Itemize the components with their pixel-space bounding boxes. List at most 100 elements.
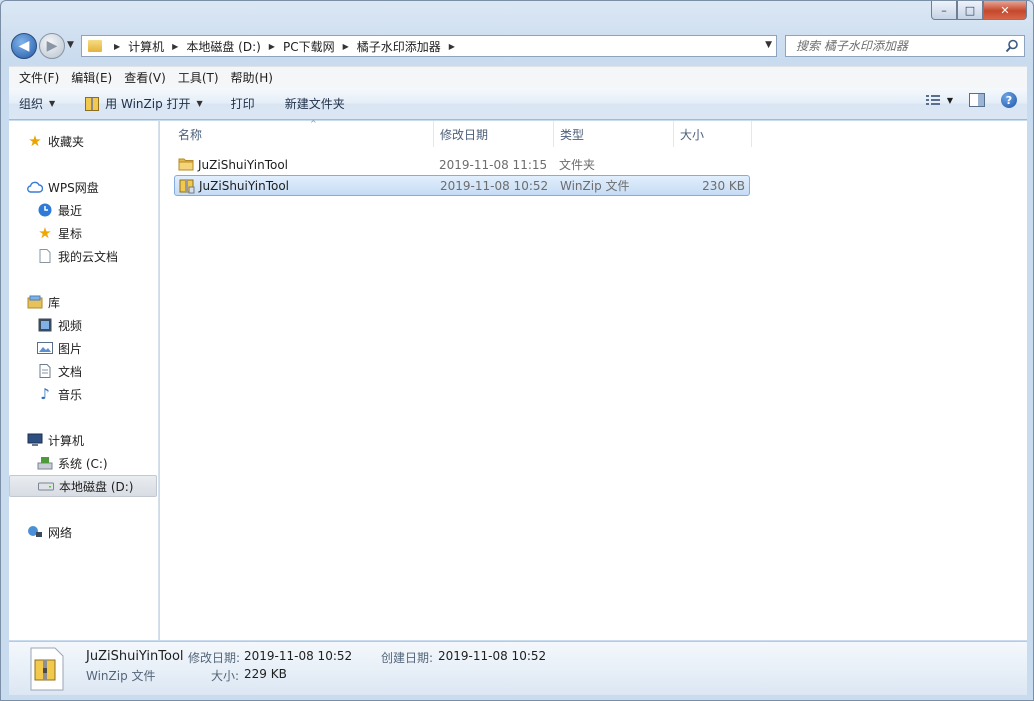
nav-label: 视频 bbox=[58, 318, 83, 333]
file-list: 名称 ^ 修改日期 类型 大小 JuZiShuiYinTool 2019-11-… bbox=[160, 119, 1027, 640]
breadcrumb-separator[interactable]: ▶ bbox=[343, 42, 349, 51]
file-row-folder[interactable]: JuZiShuiYinTool 2019-11-08 11:15 文件夹 bbox=[174, 154, 750, 175]
breadcrumb-local-disk[interactable]: 本地磁盘 (D:) bbox=[186, 38, 260, 55]
change-view-button[interactable]: ▼ bbox=[925, 93, 953, 107]
column-header-size[interactable]: 大小 bbox=[674, 121, 752, 147]
nav-favorites[interactable]: ★ 收藏夹 bbox=[27, 131, 84, 151]
network-icon bbox=[27, 524, 43, 540]
maximize-button[interactable]: □ bbox=[957, 1, 983, 20]
file-size: 230 KB bbox=[702, 178, 745, 193]
document-icon bbox=[37, 248, 53, 264]
address-bar[interactable]: ▶ 计算机 ▶ 本地磁盘 (D:) ▶ PC下载网 ▶ 橘子水印添加器 ▶ ▼ bbox=[81, 35, 777, 57]
details-size-value: 229 KB bbox=[244, 667, 287, 681]
breadcrumb-separator[interactable]: ▶ bbox=[449, 42, 455, 51]
menu-file[interactable]: 文件(F) bbox=[13, 69, 65, 86]
print-button[interactable]: 打印 bbox=[221, 92, 265, 116]
breadcrumb-pc-download[interactable]: PC下载网 bbox=[283, 38, 335, 55]
nav-my-cloud-docs[interactable]: 我的云文档 bbox=[37, 246, 118, 266]
drive-icon bbox=[38, 478, 54, 494]
nav-label: 音乐 bbox=[58, 387, 83, 402]
system-drive-icon bbox=[37, 455, 53, 471]
nav-documents[interactable]: 文档 bbox=[37, 361, 82, 381]
chevron-down-icon[interactable]: ▼ bbox=[947, 96, 953, 105]
nav-starred[interactable]: ★ 星标 bbox=[37, 223, 82, 243]
details-modified-label: 修改日期: bbox=[188, 651, 241, 665]
menu-tools[interactable]: 工具(T) bbox=[172, 69, 225, 86]
forward-button[interactable]: ▶ bbox=[39, 33, 65, 59]
file-type: 文件夹 bbox=[559, 158, 596, 172]
menu-bar: 文件(F) 编辑(E) 查看(V) 工具(T) 帮助(H) bbox=[9, 66, 1027, 88]
nav-label: WPS网盘 bbox=[48, 180, 99, 195]
column-header-modified[interactable]: 修改日期 bbox=[434, 121, 554, 147]
search-icon[interactable] bbox=[1005, 39, 1019, 53]
nav-system-c[interactable]: 系统 (C:) bbox=[37, 453, 108, 473]
column-label: 类型 bbox=[560, 127, 585, 142]
nav-videos[interactable]: 视频 bbox=[37, 315, 82, 335]
print-label: 打印 bbox=[230, 97, 255, 111]
winzip-icon bbox=[179, 179, 195, 194]
menu-help[interactable]: 帮助(H) bbox=[225, 69, 279, 86]
new-folder-button[interactable]: 新建文件夹 bbox=[275, 92, 355, 116]
close-button[interactable]: ✕ bbox=[983, 1, 1027, 20]
nav-label: 最近 bbox=[58, 203, 83, 218]
organize-button[interactable]: 组织 ▼ bbox=[9, 92, 65, 116]
details-modified-value: 2019-11-08 10:52 bbox=[244, 649, 353, 663]
nav-local-disk-d[interactable]: 本地磁盘 (D:) bbox=[9, 475, 157, 497]
organize-label: 组织 bbox=[19, 97, 44, 111]
details-size-label: 大小: bbox=[211, 669, 240, 683]
address-dropdown[interactable]: ▼ bbox=[765, 40, 772, 50]
recent-pages-dropdown[interactable]: ▼ bbox=[67, 40, 74, 50]
music-note-icon: ♪ bbox=[40, 385, 50, 403]
open-with-winzip-button[interactable]: 用 WinZip 打开 ▼ bbox=[75, 92, 213, 116]
breadcrumb-computer[interactable]: 计算机 bbox=[128, 38, 164, 55]
breadcrumb-separator[interactable]: ▶ bbox=[269, 42, 275, 51]
nav-libraries[interactable]: 库 bbox=[27, 292, 60, 312]
nav-label: 图片 bbox=[58, 341, 83, 356]
nav-wps-cloud[interactable]: WPS网盘 bbox=[27, 177, 99, 197]
details-created-label: 创建日期: bbox=[381, 651, 434, 665]
view-controls: ▼ ? bbox=[925, 92, 1017, 108]
search-input[interactable] bbox=[794, 38, 1004, 54]
minimize-button[interactable]: – bbox=[931, 1, 957, 20]
sort-ascending-icon: ^ bbox=[310, 119, 317, 128]
preview-pane-icon[interactable] bbox=[969, 93, 985, 107]
file-name: JuZiShuiYinTool bbox=[199, 178, 290, 193]
cloud-icon bbox=[27, 179, 43, 195]
file-modified: 2019-11-08 11:15 bbox=[439, 157, 548, 172]
file-row-winzip[interactable]: JuZiShuiYinTool 2019-11-08 10:52 WinZip … bbox=[174, 175, 750, 196]
column-label: 修改日期 bbox=[440, 127, 489, 142]
nav-pictures[interactable]: 图片 bbox=[37, 338, 82, 358]
nav-network[interactable]: 网络 bbox=[27, 522, 72, 542]
navigation-pane: ★ 收藏夹 WPS网盘 最近 ★ 星标 我的云文档 库 视频 图片 文档 ♪ 音… bbox=[9, 121, 159, 640]
file-type: WinZip 文件 bbox=[560, 179, 630, 193]
menu-view[interactable]: 查看(V) bbox=[118, 69, 172, 86]
nav-label: 我的云文档 bbox=[58, 249, 119, 264]
winzip-icon bbox=[85, 96, 100, 111]
file-name: JuZiShuiYinTool bbox=[198, 157, 289, 172]
column-header-name[interactable]: 名称 ^ bbox=[172, 119, 434, 147]
nav-label: 文档 bbox=[58, 364, 83, 379]
breadcrumb-current-folder[interactable]: 橘子水印添加器 bbox=[357, 38, 441, 55]
chevron-down-icon: ▼ bbox=[196, 99, 203, 108]
nav-label: 库 bbox=[48, 295, 61, 310]
breadcrumb-separator[interactable]: ▶ bbox=[114, 42, 120, 51]
star-icon: ★ bbox=[38, 224, 52, 242]
help-icon[interactable]: ? bbox=[1001, 92, 1017, 108]
nav-computer[interactable]: 计算机 bbox=[27, 430, 84, 450]
nav-music[interactable]: ♪ 音乐 bbox=[37, 384, 82, 404]
back-button[interactable]: ◀ bbox=[11, 33, 37, 59]
video-icon bbox=[37, 317, 53, 333]
nav-recent[interactable]: 最近 bbox=[37, 200, 82, 220]
details-view-icon bbox=[925, 95, 940, 105]
command-bar: 组织 ▼ 用 WinZip 打开 ▼ 打印 新建文件夹 ▼ ? bbox=[9, 88, 1027, 120]
nav-label: 本地磁盘 (D:) bbox=[59, 479, 134, 494]
breadcrumb-separator[interactable]: ▶ bbox=[172, 42, 178, 51]
details-created-value: 2019-11-08 10:52 bbox=[438, 649, 547, 663]
nav-label: 系统 (C:) bbox=[58, 456, 108, 471]
column-header-type[interactable]: 类型 bbox=[554, 121, 674, 147]
folder-icon bbox=[178, 158, 194, 171]
library-icon bbox=[27, 294, 43, 310]
file-modified: 2019-11-08 10:52 bbox=[440, 178, 549, 193]
menu-edit[interactable]: 编辑(E) bbox=[65, 69, 118, 86]
folder-icon bbox=[88, 40, 102, 52]
